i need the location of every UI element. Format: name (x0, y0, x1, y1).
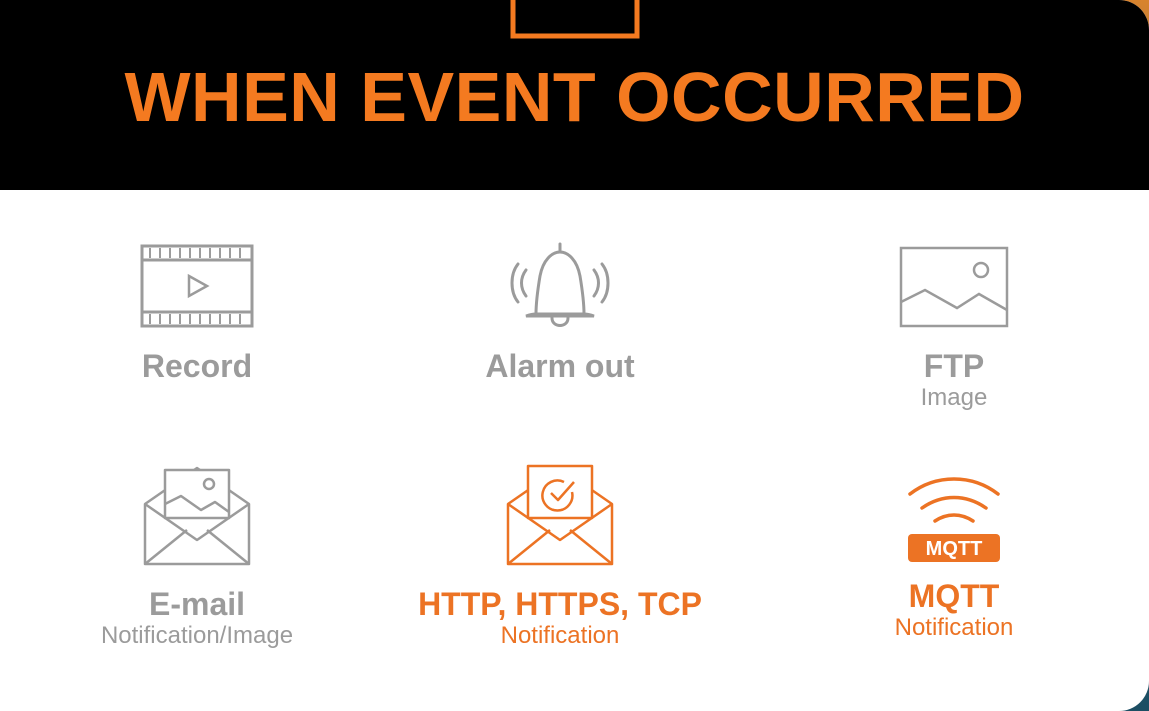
action-label: MQTT (908, 578, 1000, 614)
monitor-stand-icon (510, 0, 640, 39)
action-label: E-mail (148, 586, 246, 622)
action-sub: Notification (500, 622, 620, 649)
email-image-icon (143, 466, 251, 566)
action-sub: Image (920, 384, 988, 411)
action-label: Record (141, 348, 253, 384)
mqtt-badge-text: MQTT (926, 538, 983, 560)
action-alarm-out: Alarm out (460, 242, 660, 384)
header: WHEN EVENT OCCURRED (0, 0, 1149, 190)
action-sub: Notification/Image (100, 622, 294, 649)
image-icon (899, 246, 1009, 328)
mqtt-wifi-icon: MQTT (908, 477, 1000, 562)
action-record: Record (97, 244, 297, 384)
video-film-icon (140, 244, 254, 328)
action-label: HTTP, HTTPS, TCP (418, 586, 702, 622)
action-email: E-mail Notification/Image (56, 460, 338, 650)
bell-alarm-icon (510, 242, 610, 327)
event-card: WHEN EVENT OCCURRED Record Alarm out FTP… (0, 0, 1149, 711)
action-http: HTTP, HTTPS, TCP Notification (380, 460, 740, 650)
action-sub: Notification (894, 614, 1014, 641)
page-title: WHEN EVENT OCCURRED (124, 58, 1025, 136)
action-ftp: FTP Image (854, 246, 1054, 412)
action-label: FTP (923, 348, 985, 384)
action-mqtt: MQTT MQTT Notification (854, 472, 1054, 642)
email-check-icon (506, 464, 614, 566)
action-label: Alarm out (485, 348, 635, 384)
